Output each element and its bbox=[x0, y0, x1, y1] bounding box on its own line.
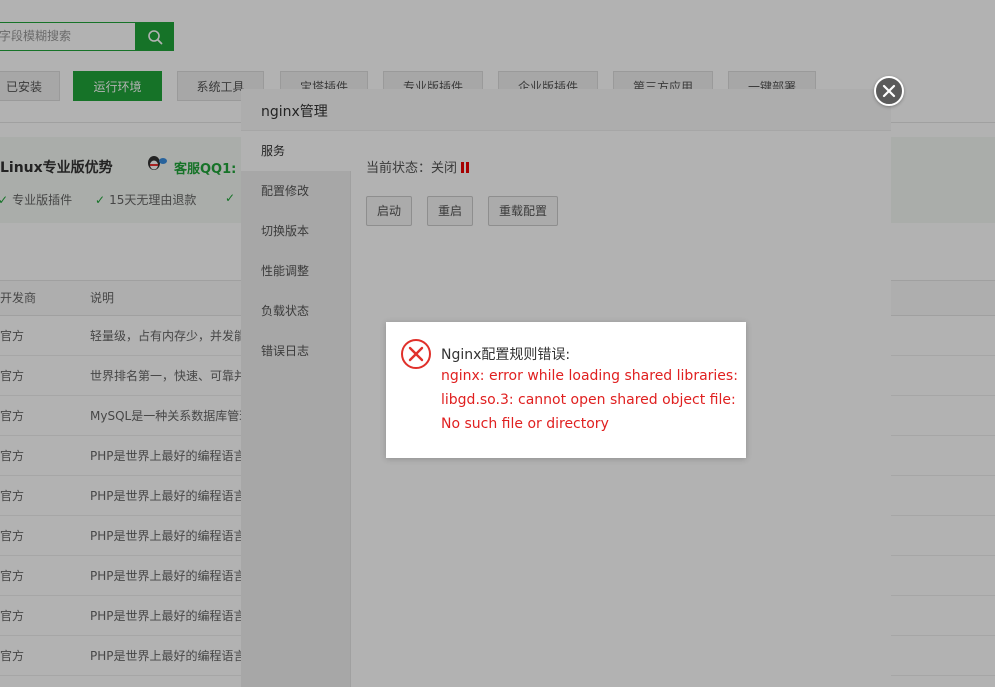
dialog-close-button[interactable] bbox=[874, 76, 904, 106]
error-icon bbox=[401, 339, 431, 369]
error-line: No such file or directory bbox=[441, 416, 609, 432]
error-line: nginx: error while loading shared librar… bbox=[441, 368, 738, 384]
close-icon bbox=[882, 84, 896, 98]
error-message-box: Nginx配置规则错误: nginx: error while loading … bbox=[386, 322, 746, 458]
error-line: libgd.so.3: cannot open shared object fi… bbox=[441, 392, 736, 408]
error-title: Nginx配置规则错误: bbox=[441, 347, 571, 363]
